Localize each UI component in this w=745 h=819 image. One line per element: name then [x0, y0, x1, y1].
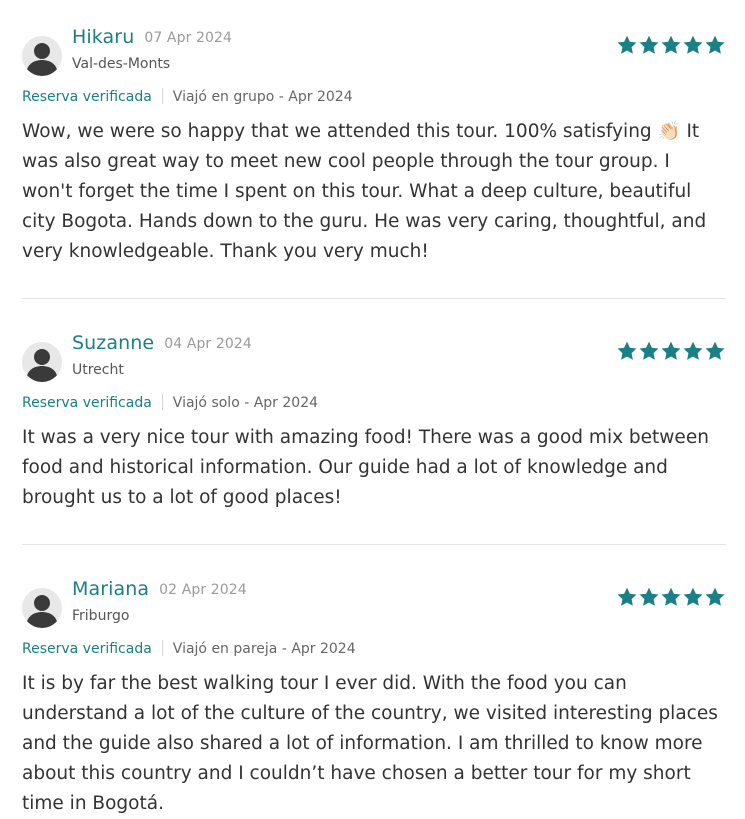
review-meta: Reserva verificada Viajó solo - Apr 2024: [22, 394, 318, 411]
star-icon: [661, 341, 681, 360]
reviewer-name-text: Mariana: [72, 578, 150, 600]
review-divider: [22, 544, 726, 545]
rating-stars: [616, 586, 726, 608]
star-icon: [705, 587, 725, 606]
user-silhouette-icon: [26, 43, 58, 76]
review-date: 07 Apr 2024: [144, 30, 233, 46]
star-icon: [705, 35, 725, 54]
review-header: Hikaru 07 Apr 2024 Val-des-Monts: [22, 26, 726, 78]
verified-badge: Reserva verificada: [22, 89, 152, 105]
reviewer-city: Utrecht: [72, 362, 124, 378]
star-icon: [661, 587, 681, 606]
star-icon: [617, 341, 637, 360]
review-divider: [22, 298, 726, 299]
review-header: Mariana 02 Apr 2024 Friburgo: [22, 578, 726, 630]
rating-stars: [616, 340, 726, 362]
reviewer-name: Suzanne 04 Apr 2024: [72, 332, 252, 354]
avatar: [22, 588, 62, 628]
star-icon: [639, 587, 659, 606]
trip-info: Viajó en grupo - Apr 2024: [172, 89, 353, 105]
user-silhouette-icon: [26, 349, 58, 382]
avatar: [22, 36, 62, 76]
review-card: Hikaru 07 Apr 2024 Val-des-Monts Reserva …: [22, 26, 726, 262]
star-icon: [683, 341, 703, 360]
star-icon: [683, 35, 703, 54]
review-card: Mariana 02 Apr 2024 Friburgo Reserva veri…: [22, 578, 726, 814]
review-meta: Reserva verificada Viajó en pareja - Apr …: [22, 640, 356, 657]
user-silhouette-icon: [26, 595, 58, 628]
star-icon: [661, 35, 681, 54]
review-date: 02 Apr 2024: [159, 582, 247, 598]
reviewer-name-text: Hikaru: [72, 26, 135, 48]
review-meta: Reserva verificada Viajó en grupo - Apr 2…: [22, 88, 353, 105]
verified-badge: Reserva verificada: [22, 641, 152, 657]
star-icon: [617, 35, 637, 54]
avatar: [22, 342, 62, 382]
review-header: Suzanne 04 Apr 2024 Utrecht: [22, 332, 726, 384]
trip-info: Viajó solo - Apr 2024: [172, 395, 319, 411]
trip-info: Viajó en pareja - Apr 2024: [172, 641, 356, 657]
star-icon: [617, 587, 637, 606]
meta-divider: [161, 640, 163, 656]
verified-badge: Reserva verificada: [22, 395, 152, 411]
rating-stars: [616, 34, 726, 56]
reviewer-name: Mariana 02 Apr 2024: [72, 578, 247, 600]
star-icon: [639, 35, 659, 54]
meta-divider: [161, 394, 163, 410]
star-icon: [705, 341, 725, 360]
review-card: Suzanne 04 Apr 2024 Utrecht Reserva verif…: [22, 332, 726, 508]
review-text: It is by far the best walking tour I eve…: [22, 673, 718, 814]
reviewer-name: Hikaru 07 Apr 2024: [72, 26, 232, 48]
star-icon: [639, 341, 659, 360]
meta-divider: [161, 88, 163, 104]
reviewer-city: Friburgo: [72, 608, 130, 624]
review-text: It was a very nice tour with amazing foo…: [22, 427, 709, 508]
reviewer-name-text: Suzanne: [72, 332, 155, 354]
reviewer-city: Val-des-Monts: [72, 56, 171, 72]
star-icon: [683, 587, 703, 606]
review-text: Wow, we were so happy that we attended t…: [22, 121, 707, 262]
reviews-list: Hikaru 07 Apr 2024 Val-des-Monts Reserva …: [0, 0, 745, 814]
review-date: 04 Apr 2024: [164, 336, 252, 352]
